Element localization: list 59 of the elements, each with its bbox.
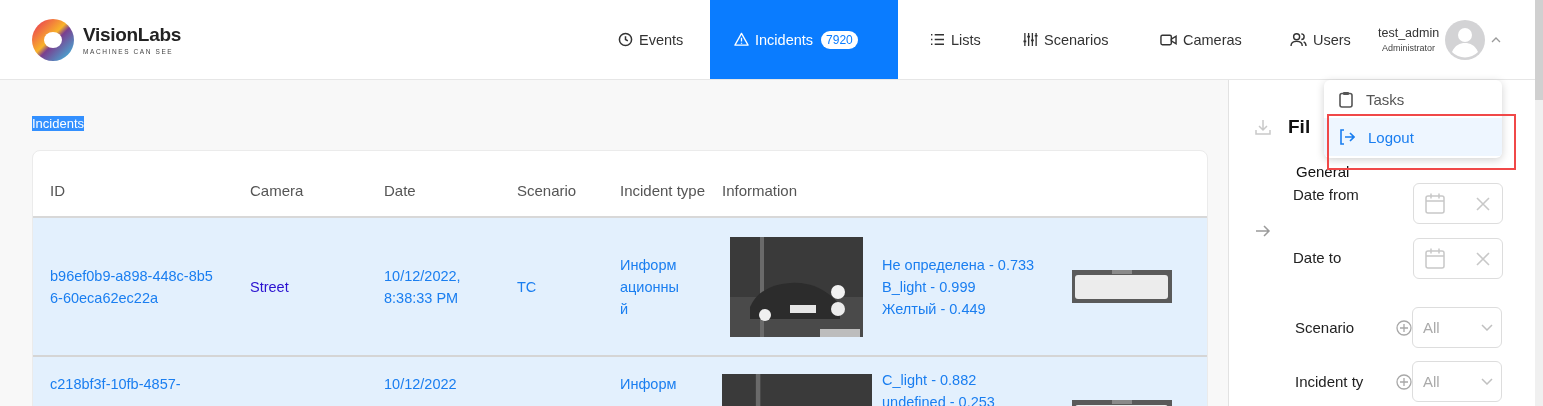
- column-header: Information: [722, 182, 799, 201]
- brand-name: VisionLabs: [83, 24, 181, 46]
- menu-item[interactable]: Logout: [1324, 118, 1502, 156]
- nav-tab[interactable]: Lists: [898, 0, 1005, 79]
- detection-result: Желтый - 0.449: [882, 299, 987, 319]
- chevron-up-icon[interactable]: [1491, 36, 1502, 43]
- filter-label: Date to: [1293, 249, 1343, 266]
- filter-label: Scenario: [1295, 319, 1356, 336]
- detection-result: B_light - 0.999: [882, 277, 977, 297]
- column-header: Date: [384, 182, 417, 201]
- add-icon[interactable]: [1396, 373, 1412, 390]
- user-name: test_admin: [1378, 26, 1440, 40]
- filter-label: Date from: [1293, 186, 1360, 203]
- detection-result: C_light - 0.882: [882, 371, 978, 390]
- date-field[interactable]: [1413, 238, 1503, 279]
- users-icon: [1290, 32, 1307, 47]
- filter-label: Incident ty: [1295, 373, 1365, 390]
- warning-icon: [734, 32, 749, 47]
- column-header: ID: [49, 182, 66, 201]
- close-icon[interactable]: [1476, 196, 1490, 211]
- add-icon[interactable]: [1396, 319, 1412, 336]
- incident-type-cell-text: Информационный: [620, 255, 680, 319]
- date-cell-text: 10/12/2022, 8:38:33 PM: [384, 266, 462, 308]
- camera-link[interactable]: Street: [250, 275, 289, 298]
- logo-icon: [31, 17, 75, 62]
- date-field[interactable]: [1413, 183, 1503, 224]
- chevron-down-icon[interactable]: [1481, 324, 1493, 331]
- menu-item[interactable]: Tasks: [1324, 80, 1502, 118]
- column-header: Scenario: [517, 182, 578, 201]
- chevron-down-icon[interactable]: [1481, 378, 1493, 385]
- column-header: Incident type: [620, 182, 707, 201]
- arrow-right-icon[interactable]: [1255, 224, 1271, 238]
- date-cell-text: 10/12/2022: [384, 375, 458, 394]
- nav-tab[interactable]: Events: [600, 0, 710, 79]
- scrollbar[interactable]: [1535, 0, 1543, 406]
- incident-id-link[interactable]: b96ef0b9-a898-448c-8b56-60eca62ec22a: [50, 264, 220, 309]
- incident-type-cell-text: Информ: [620, 375, 678, 394]
- count-badge: 7920: [821, 30, 858, 49]
- calendar-icon[interactable]: [1425, 248, 1445, 269]
- nav-tab[interactable]: Users: [1272, 0, 1368, 79]
- detection-result: Не определена - 0.733: [882, 255, 1036, 275]
- avatar-icon[interactable]: [1445, 19, 1486, 60]
- video-camera-icon: [1160, 33, 1177, 46]
- table-row[interactable]: b96ef0b9-a898-448c-8b56-60eca62ec22a Street 10/12/2022, 8:38:33 PM TC Информационный Не определена - 0.733 B_light - 0.999 Желтый - 0.449: [33, 218, 1207, 357]
- clipboard-icon: [1339, 90, 1353, 108]
- nav-tab[interactable]: Incidents 7920: [710, 0, 898, 79]
- panel-title: Fil: [1288, 116, 1311, 138]
- logout-icon: [1339, 129, 1355, 145]
- user-role: Administrator: [1382, 43, 1436, 53]
- list-icon: [930, 33, 945, 46]
- calendar-icon[interactable]: [1425, 193, 1445, 214]
- page-title: Incidents: [32, 116, 85, 131]
- column-header: Camera: [250, 182, 305, 201]
- sliders-icon: [1023, 32, 1038, 47]
- close-icon[interactable]: [1476, 251, 1490, 266]
- nav-tab[interactable]: Cameras: [1142, 0, 1272, 79]
- download-icon[interactable]: [1254, 118, 1272, 136]
- nav-tab[interactable]: Scenarios: [1005, 0, 1142, 79]
- clock-icon: [618, 32, 633, 47]
